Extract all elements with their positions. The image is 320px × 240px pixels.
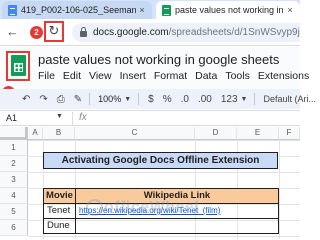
increase-decimal-button[interactable]: .00: [198, 94, 212, 105]
browser-tab-docs[interactable]: 419_P002-106-025_Seemanto_p ×: [2, 1, 152, 19]
column-header-b[interactable]: B: [43, 127, 75, 140]
sheets-toolbar: ↶ ↷ ⎙ ✎ 100% ▼ $ % .0 .00 123 ▼ Default …: [0, 89, 316, 109]
currency-button[interactable]: $: [148, 94, 154, 105]
decrease-decimal-button[interactable]: .0: [181, 94, 189, 105]
table-cell-movie[interactable]: Tenet: [43, 203, 76, 219]
toolbar-divider: [138, 93, 140, 105]
sheets-logo-icon[interactable]: [11, 55, 26, 76]
back-arrow-icon[interactable]: ←: [6, 25, 19, 39]
percent-button[interactable]: %: [163, 94, 172, 105]
menu-format[interactable]: Format: [154, 70, 187, 82]
table-cell-movie[interactable]: Dune: [43, 218, 76, 234]
logo-highlight-box: [6, 51, 30, 81]
browser-tab-strip: 419_P002-106-025_Seemanto_p × paste valu…: [0, 0, 300, 19]
column-header-a[interactable]: A: [28, 127, 43, 140]
menu-edit[interactable]: Edit: [63, 70, 81, 82]
address-bar[interactable]: docs.google.com /spreadsheets/d/1SnWSvyp…: [72, 23, 300, 42]
column-header-e[interactable]: E: [237, 127, 279, 140]
menu-tools[interactable]: Tools: [225, 70, 250, 82]
menu-insert[interactable]: Insert: [120, 70, 146, 82]
menu-data[interactable]: Data: [195, 70, 217, 82]
formula-bar: A1 ▼ fx: [0, 110, 300, 126]
lock-icon: [80, 26, 87, 37]
tab-title: 419_P002-106-025_Seemanto_p: [21, 5, 136, 15]
paint-format-icon[interactable]: ✎: [74, 94, 82, 105]
zoom-select[interactable]: 100%: [98, 94, 121, 104]
menu-extensions[interactable]: Extensions: [258, 70, 309, 82]
step-badge-2: 2: [30, 26, 43, 39]
document-title[interactable]: paste values not working in google sheet…: [38, 52, 279, 67]
select-all-corner[interactable]: [0, 127, 28, 140]
url-host: docs.google.com: [93, 27, 169, 38]
chevron-down-icon[interactable]: ▼: [124, 96, 131, 103]
row-header-3[interactable]: 3: [0, 172, 28, 188]
tab-title: paste values not working in goog: [175, 5, 284, 15]
table-cell-link[interactable]: [75, 218, 279, 234]
menu-bar: File Edit View Insert Format Data Tools …: [38, 70, 317, 82]
close-icon[interactable]: ×: [136, 5, 148, 15]
url-path: /spreadsheets/d/1SnWSvyp9jOaxEH2: [168, 27, 300, 38]
chevron-down-icon[interactable]: ▼: [56, 113, 63, 120]
watermark-logo-icon: [86, 199, 103, 216]
row-header-4[interactable]: 4: [0, 188, 28, 204]
menu-file[interactable]: File: [38, 70, 55, 82]
row-header-1[interactable]: 1: [0, 140, 28, 156]
column-header-c[interactable]: C: [75, 127, 195, 140]
close-icon[interactable]: ×: [284, 5, 296, 15]
row-header-2[interactable]: 2: [0, 156, 28, 172]
column-header-d[interactable]: D: [195, 127, 237, 140]
row-header-6[interactable]: 6: [0, 220, 28, 236]
font-select[interactable]: Default (Ari...: [263, 94, 316, 104]
browser-tab-sheets[interactable]: paste values not working in goog ×: [156, 1, 300, 19]
undo-icon[interactable]: ↶: [22, 94, 30, 105]
number-format-button[interactable]: 123: [221, 94, 238, 105]
row-header-5[interactable]: 5: [0, 204, 28, 220]
watermark-text: officeWheel: [104, 199, 200, 216]
toolbar-divider: [254, 93, 256, 105]
fx-icon: fx: [72, 112, 87, 125]
print-icon[interactable]: ⎙: [57, 94, 65, 105]
chevron-down-icon[interactable]: ▼: [241, 96, 248, 103]
sheets-icon: [162, 4, 171, 16]
toolbar-divider: [89, 93, 91, 105]
reload-highlight-box: ↻: [44, 21, 64, 42]
docs-icon: [8, 4, 17, 16]
name-box[interactable]: A1: [6, 113, 17, 123]
reload-icon[interactable]: ↻: [47, 24, 61, 38]
redo-icon[interactable]: ↷: [39, 94, 47, 105]
sheet-banner-title[interactable]: Activating Google Docs Offline Extension: [43, 152, 278, 169]
column-header-f[interactable]: F: [279, 127, 300, 140]
table-header-movie[interactable]: Movie: [43, 188, 76, 204]
menu-view[interactable]: View: [89, 70, 112, 82]
gridline: [279, 140, 280, 239]
